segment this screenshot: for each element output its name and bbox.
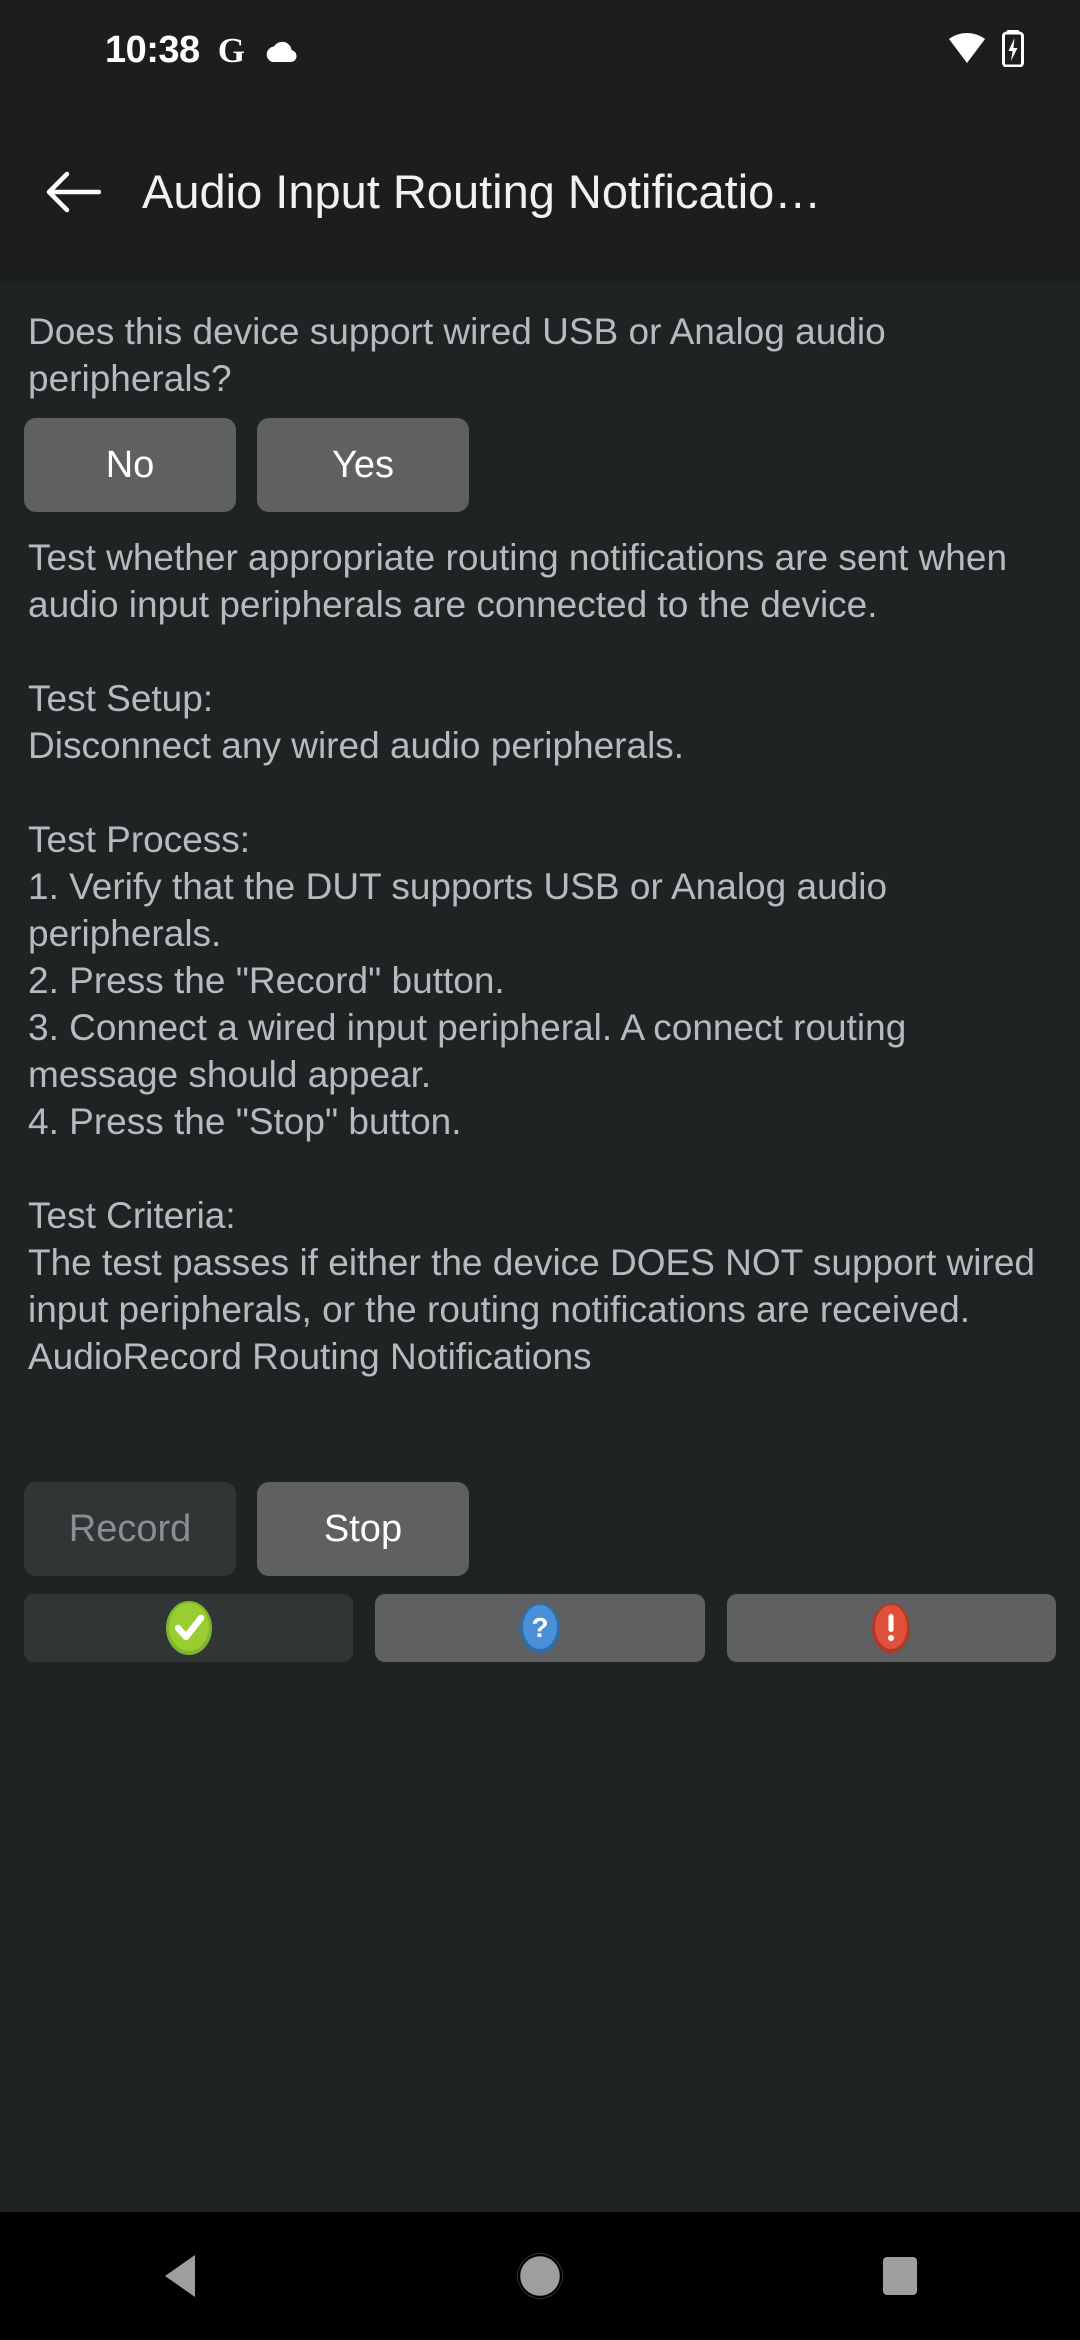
info-button[interactable]: ?	[375, 1594, 705, 1662]
answer-button-row: No Yes	[0, 418, 1080, 512]
record-button[interactable]: Record	[24, 1482, 236, 1576]
battery-charging-icon	[1001, 29, 1025, 72]
check-circle-icon	[161, 1597, 217, 1659]
question-circle-icon: ?	[512, 1597, 568, 1659]
cloud-icon	[263, 37, 297, 63]
routing-status-text: AudioRecord Routing Notifications	[28, 1336, 592, 1377]
pass-button[interactable]	[24, 1594, 354, 1662]
nav-back-icon[interactable]	[100, 2212, 260, 2340]
svg-text:?: ?	[531, 1612, 548, 1643]
back-arrow-icon[interactable]	[25, 144, 121, 240]
support-question-text: Does this device support wired USB or An…	[28, 311, 896, 399]
page-title: Audio Input Routing Notificatio…	[142, 165, 822, 218]
verdict-button-row: ?	[0, 1594, 1080, 1662]
test-description-text: Test whether appropriate routing notific…	[28, 537, 1035, 1330]
fail-button[interactable]	[726, 1594, 1056, 1662]
wifi-icon	[947, 32, 987, 69]
status-bar-left: 10:38 G	[105, 29, 297, 72]
exclamation-circle-icon	[863, 1597, 919, 1659]
transport-button-row: Record Stop	[0, 1482, 1080, 1576]
status-bar: 10:38 G	[0, 0, 1080, 100]
phone-screen: 10:38 G Audio Input Routing Notificatio……	[0, 0, 1080, 2340]
nav-home-icon[interactable]	[460, 2212, 620, 2340]
nav-recents-icon[interactable]	[820, 2212, 980, 2340]
yes-button[interactable]: Yes	[257, 418, 469, 512]
navigation-bar	[0, 2212, 1080, 2340]
no-button[interactable]: No	[24, 418, 236, 512]
test-content: Does this device support wired USB or An…	[0, 283, 1080, 2212]
google-g-icon: G	[217, 30, 245, 70]
status-bar-clock: 10:38	[105, 28, 200, 71]
stop-button[interactable]: Stop	[257, 1482, 469, 1576]
status-bar-right	[947, 29, 1025, 72]
app-bar: Audio Input Routing Notificatio…	[0, 100, 1080, 283]
